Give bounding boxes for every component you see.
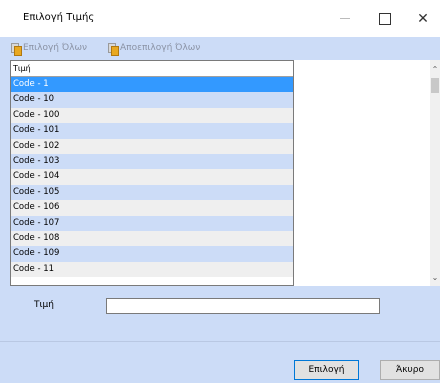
close-button[interactable]: ✕ (406, 0, 440, 37)
select-all-icon (11, 42, 22, 56)
list-item[interactable]: Code - 100 (11, 107, 293, 124)
close-icon: ✕ (417, 10, 429, 27)
list-item[interactable]: Code - 106 (11, 200, 293, 216)
toolbar: Επιλογή Όλων Αποεπιλογή Όλων (0, 37, 440, 59)
window-title: Επιλογή Τιμής (23, 12, 95, 23)
list-scrollbar[interactable]: ⌃ ⌄ (430, 60, 440, 286)
select-all-button[interactable]: Επιλογή Όλων (11, 41, 88, 56)
list-empty-area (293, 60, 440, 286)
scroll-up-icon[interactable]: ⌃ (430, 64, 440, 76)
deselect-all-icon (108, 42, 119, 56)
column-header-value[interactable]: Τιμή (11, 61, 293, 77)
select-button[interactable]: Επιλογή (294, 360, 359, 380)
value-label: Τιμή (34, 300, 54, 310)
list-item[interactable]: Code - 11 (11, 261, 293, 278)
list-item[interactable]: Code - 103 (11, 153, 293, 170)
select-all-label: Επιλογή Όλων (23, 43, 88, 53)
deselect-all-label: Αποεπιλογή Όλων (120, 43, 201, 53)
list-item[interactable]: Code - 107 (11, 215, 293, 231)
title-bar: Επιλογή Τιμής ✕ (0, 0, 440, 37)
value-input[interactable] (106, 298, 380, 314)
list-item[interactable]: Code - 10 (11, 92, 293, 108)
list-item[interactable]: Code - 102 (11, 138, 293, 154)
maximize-button[interactable] (368, 0, 402, 37)
divider (0, 341, 440, 342)
list-item[interactable]: Code - 109 (11, 246, 293, 262)
minimize-icon (340, 18, 350, 19)
cancel-button[interactable]: Άκυρο (380, 360, 440, 380)
deselect-all-button[interactable]: Αποεπιλογή Όλων (108, 41, 201, 56)
list-rows: Code - 1 Code - 10 Code - 100 Code - 101 Cod… (11, 77, 293, 278)
list-item[interactable]: Code - 101 (11, 123, 293, 139)
maximize-icon (379, 12, 391, 25)
scroll-thumb[interactable] (431, 78, 439, 93)
scroll-down-icon[interactable]: ⌄ (430, 272, 440, 284)
list-item[interactable]: Code - 105 (11, 184, 293, 201)
list-item[interactable]: Code - 1 (11, 77, 293, 93)
minimize-button[interactable] (328, 0, 362, 37)
list-item[interactable]: Code - 108 (11, 230, 293, 247)
list-item[interactable]: Code - 104 (11, 169, 293, 185)
value-list[interactable]: Τιμή Code - 1 Code - 10 Code - 100 Code - 1… (10, 60, 294, 286)
